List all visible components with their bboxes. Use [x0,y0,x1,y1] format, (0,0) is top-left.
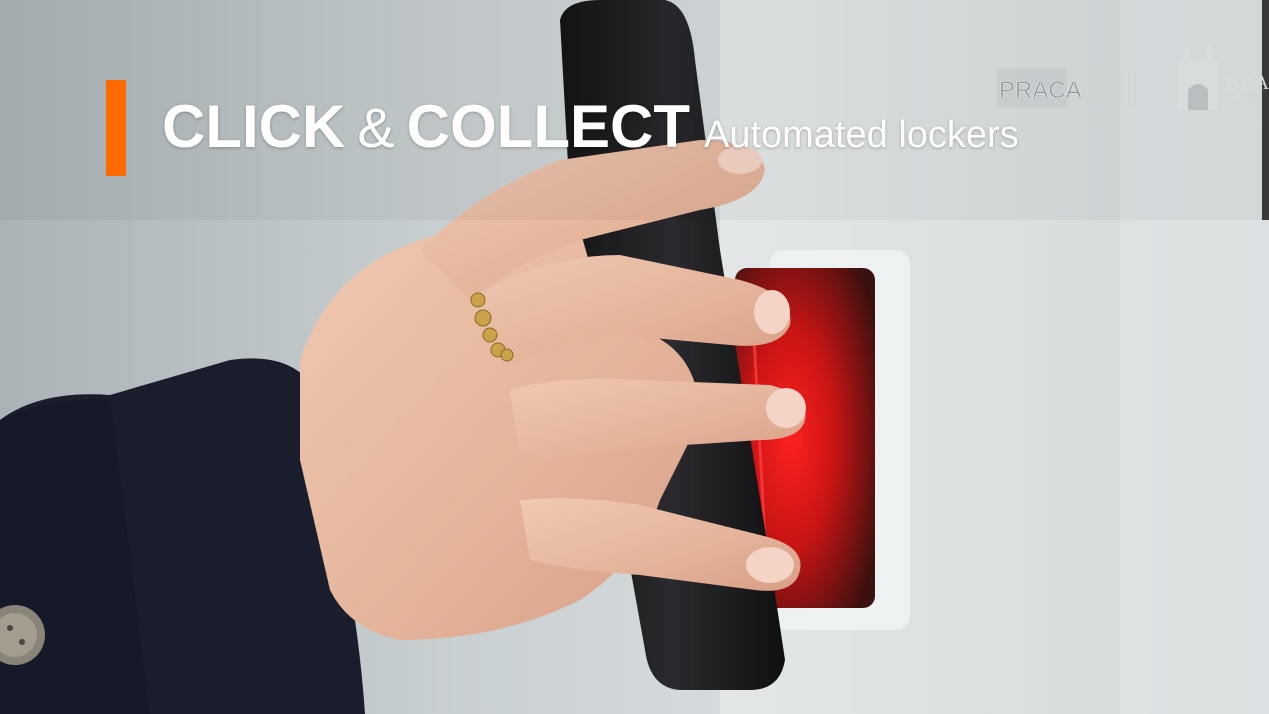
slide-title: CLICK & COLLECT Automated lockers [162,92,1019,161]
braga-logo-text: BRA [1226,72,1269,94]
praca-logo: PRAÇA [996,67,1136,109]
title-collect: COLLECT [406,93,690,160]
praca-logo-text: PRAÇA [999,77,1082,104]
title-subtitle: Automated lockers [703,114,1019,156]
title-ampersand: & [357,96,395,159]
braga-logo: BRA Cidade [1170,40,1269,116]
slide: CLICK&COLLECT Automated lockers PRAÇA [0,0,1269,714]
braga-logo-subtext: Cidade [1230,96,1253,103]
accent-bar [106,80,126,176]
title-click: CLICK [162,93,346,160]
braga-emblem-icon [1178,40,1218,110]
